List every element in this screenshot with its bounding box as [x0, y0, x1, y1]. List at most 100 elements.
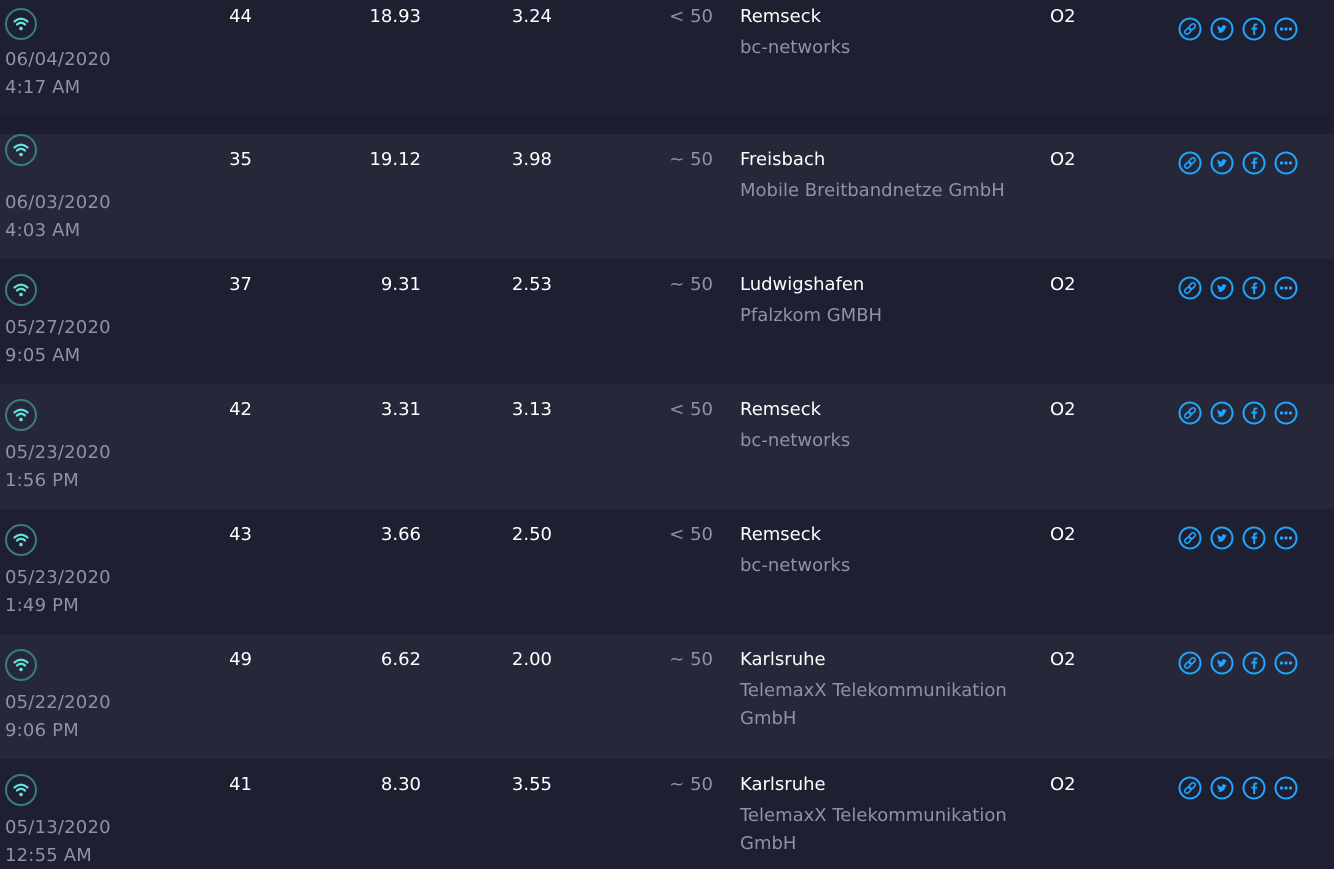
server-location: Remseck: [740, 6, 822, 27]
twitter-icon[interactable]: [1210, 401, 1234, 425]
twitter-icon[interactable]: [1210, 151, 1234, 175]
twitter-icon[interactable]: [1210, 526, 1234, 550]
more-icon[interactable]: [1274, 526, 1298, 550]
ping-value: 49: [229, 649, 252, 670]
link-icon[interactable]: [1178, 151, 1202, 175]
provider: O2: [1050, 649, 1076, 670]
download-value: 8.30: [380, 774, 421, 795]
download-value: 3.31: [380, 399, 421, 420]
wifi-icon: [5, 8, 37, 40]
provider: O2: [1050, 399, 1076, 420]
link-icon[interactable]: [1178, 276, 1202, 300]
wifi-icon: [5, 649, 37, 681]
result-time: 9:06 PM: [5, 720, 79, 741]
twitter-icon[interactable]: [1210, 651, 1234, 675]
result-row[interactable]: 05/27/2020 9:05 AM 37 9.31 2.53 ~ 50 Lud…: [0, 259, 1334, 384]
result-date: 06/03/2020: [5, 192, 111, 213]
provider: O2: [1050, 524, 1076, 545]
result-date: 06/04/2020: [5, 49, 111, 70]
link-icon[interactable]: [1178, 401, 1202, 425]
twitter-icon[interactable]: [1210, 17, 1234, 41]
result-time: 4:03 AM: [5, 220, 81, 241]
upload-value: 3.13: [511, 399, 552, 420]
twitter-icon[interactable]: [1210, 776, 1234, 800]
server-isp: bc-networks: [740, 430, 851, 451]
link-icon[interactable]: [1178, 17, 1202, 41]
link-icon[interactable]: [1178, 776, 1202, 800]
ping-value: 37: [229, 274, 252, 295]
server-location: Remseck: [740, 399, 822, 420]
wifi-icon: [5, 399, 37, 431]
upload-value: 2.53: [511, 274, 552, 295]
link-icon[interactable]: [1178, 526, 1202, 550]
server-distance: ~ 50: [669, 774, 713, 795]
more-icon[interactable]: [1274, 401, 1298, 425]
facebook-icon[interactable]: [1242, 651, 1266, 675]
download-value: 18.93: [369, 6, 421, 27]
result-row[interactable]: 06/03/2020 4:03 AM 35 19.12 3.98 ~ 50 Fr…: [0, 134, 1334, 259]
server-distance: < 50: [669, 6, 713, 27]
download-value: 6.62: [380, 649, 421, 670]
server-isp: TelemaxX Telekommunikation GmbH: [740, 805, 1007, 854]
download-value: 19.12: [369, 149, 421, 170]
server-location: Freisbach: [740, 149, 826, 170]
ping-value: 43: [229, 524, 252, 545]
link-icon[interactable]: [1178, 651, 1202, 675]
result-time: 1:49 PM: [5, 595, 79, 616]
ping-value: 35: [229, 149, 252, 170]
result-time: 9:05 AM: [5, 345, 81, 366]
more-icon[interactable]: [1274, 17, 1298, 41]
ping-value: 44: [229, 6, 252, 27]
wifi-icon: [5, 274, 37, 306]
result-date: 05/27/2020: [5, 317, 111, 338]
upload-value: 2.00: [511, 649, 552, 670]
result-row[interactable]: 06/04/2020 4:17 AM 44 18.93 3.24 < 50 Re…: [0, 0, 1334, 116]
result-time: 1:56 PM: [5, 470, 79, 491]
server-isp: Pfalzkom GMBH: [740, 305, 883, 326]
twitter-icon[interactable]: [1210, 276, 1234, 300]
download-value: 9.31: [380, 274, 421, 295]
more-icon[interactable]: [1274, 151, 1298, 175]
result-date: 05/23/2020: [5, 567, 111, 588]
result-row[interactable]: 05/23/2020 1:56 PM 42 3.31 3.13 < 50 Rem…: [0, 384, 1334, 509]
facebook-icon[interactable]: [1242, 17, 1266, 41]
server-distance: < 50: [669, 524, 713, 545]
wifi-icon: [5, 134, 37, 166]
upload-value: 3.98: [511, 149, 552, 170]
result-row[interactable]: 05/13/2020 12:55 AM 41 8.30 3.55 ~ 50 Ka…: [0, 759, 1334, 869]
facebook-icon[interactable]: [1242, 151, 1266, 175]
server-isp: Mobile Breitbandnetze GmbH: [740, 180, 1005, 201]
result-time: 12:55 AM: [5, 845, 93, 866]
result-time: 4:17 AM: [5, 77, 81, 98]
ping-value: 41: [229, 774, 252, 795]
server-isp: TelemaxX Telekommunikation GmbH: [740, 680, 1007, 729]
results-table: 06/04/2020 4:17 AM 44 18.93 3.24 < 50 Re…: [0, 0, 1334, 869]
facebook-icon[interactable]: [1242, 776, 1266, 800]
server-distance: ~ 50: [669, 274, 713, 295]
server-isp: bc-networks: [740, 37, 851, 58]
result-row[interactable]: 05/22/2020 9:06 PM 49 6.62 2.00 ~ 50 Kar…: [0, 634, 1334, 759]
provider: O2: [1050, 149, 1076, 170]
result-row[interactable]: 05/23/2020 1:49 PM 43 3.66 2.50 < 50 Rem…: [0, 509, 1334, 634]
more-icon[interactable]: [1274, 776, 1298, 800]
upload-value: 3.24: [511, 6, 552, 27]
wifi-icon: [5, 524, 37, 556]
server-location: Remseck: [740, 524, 822, 545]
server-location: Karlsruhe: [740, 649, 826, 670]
upload-value: 2.50: [511, 524, 552, 545]
result-date: 05/13/2020: [5, 817, 111, 838]
facebook-icon[interactable]: [1242, 401, 1266, 425]
download-value: 3.66: [380, 524, 421, 545]
facebook-icon[interactable]: [1242, 526, 1266, 550]
provider: O2: [1050, 274, 1076, 295]
more-icon[interactable]: [1274, 276, 1298, 300]
facebook-icon[interactable]: [1242, 276, 1266, 300]
server-location: Karlsruhe: [740, 774, 826, 795]
server-location: Ludwigshafen: [740, 274, 865, 295]
provider: O2: [1050, 6, 1076, 27]
server-distance: ~ 50: [669, 649, 713, 670]
more-icon[interactable]: [1274, 651, 1298, 675]
result-date: 05/23/2020: [5, 442, 111, 463]
result-date: 05/22/2020: [5, 692, 111, 713]
upload-value: 3.55: [511, 774, 552, 795]
